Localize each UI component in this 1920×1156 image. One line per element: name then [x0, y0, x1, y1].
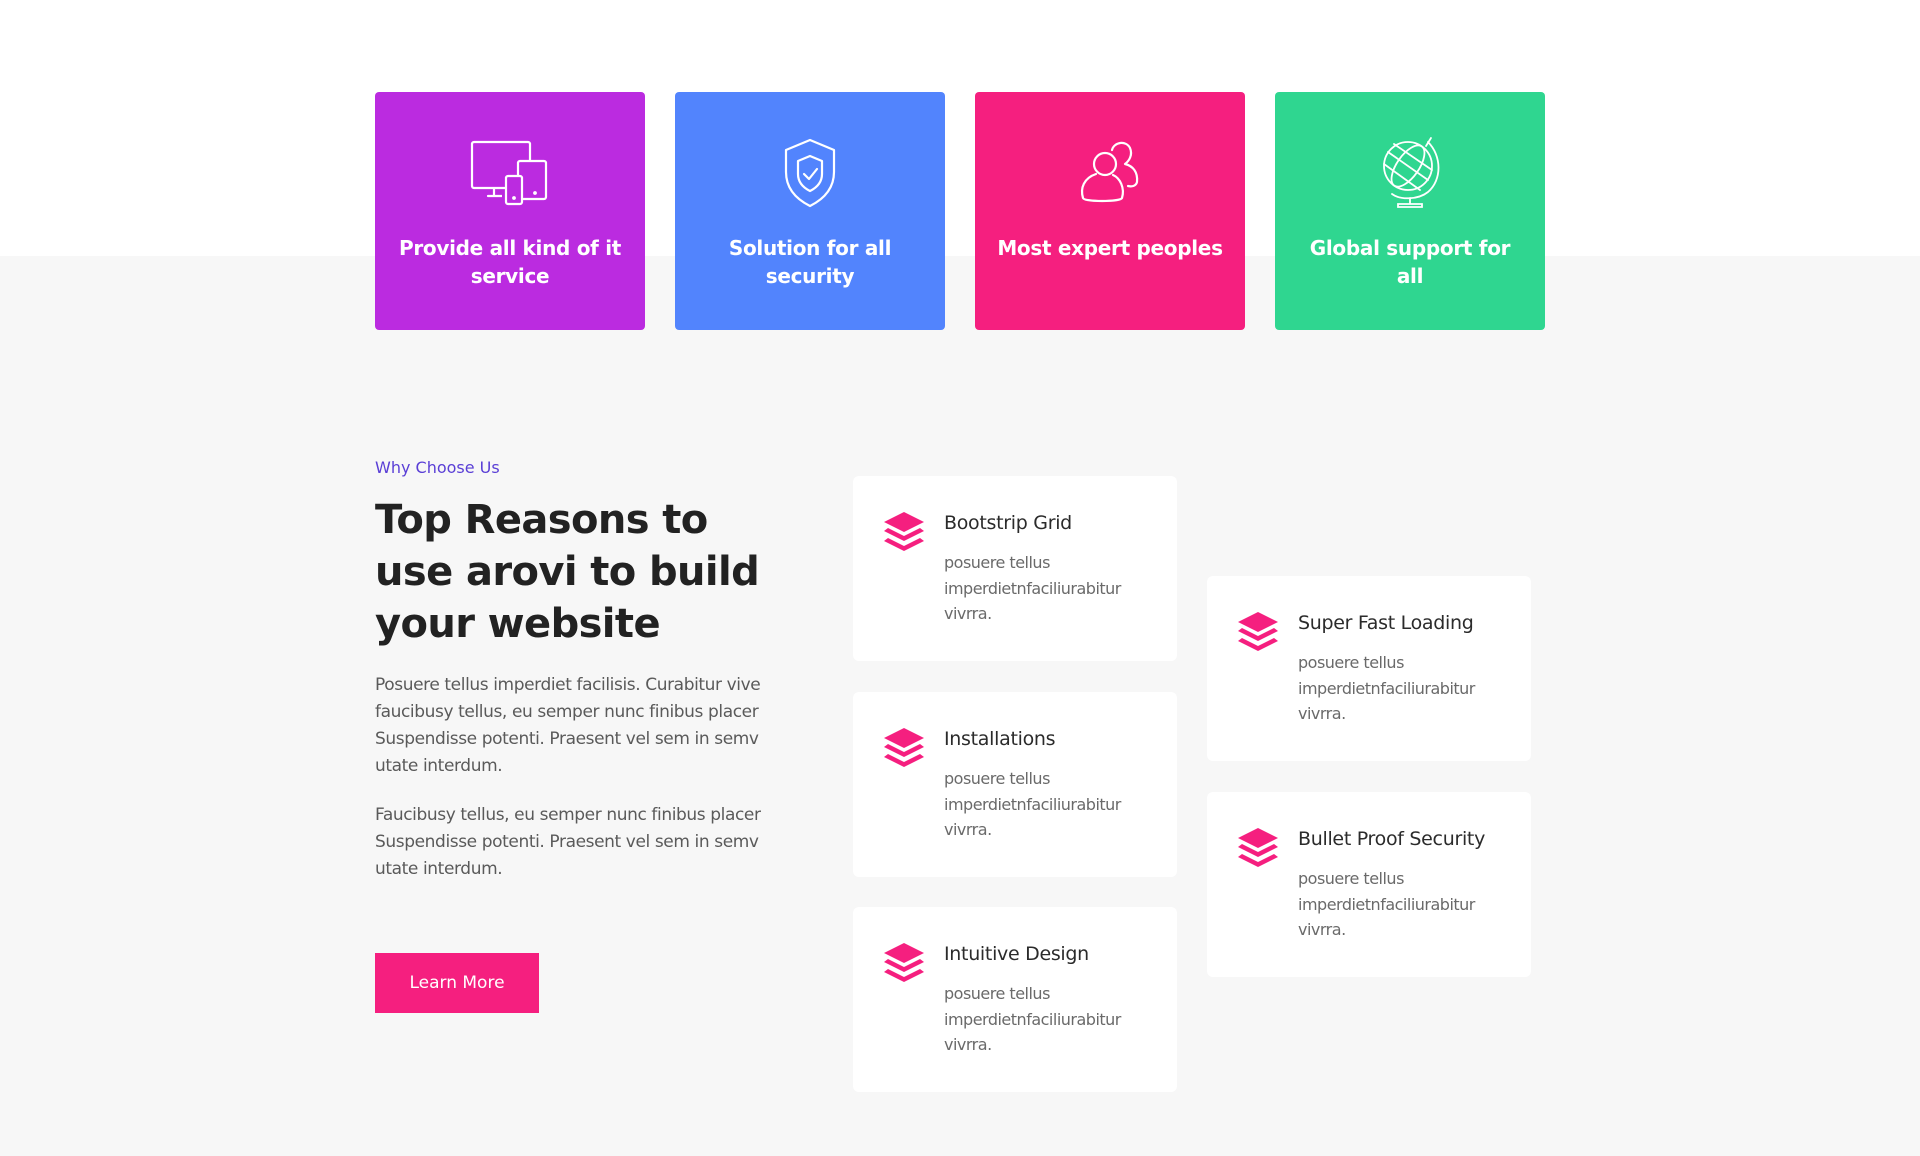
section-paragraph: Posuere tellus imperdiet facilisis. Cura… — [375, 675, 761, 776]
learn-more-button[interactable]: Learn More — [375, 953, 539, 1013]
feature-title: Installations — [944, 728, 1056, 750]
feature-description: posuere tellus imperdietnfaciliurabitur … — [944, 769, 1121, 839]
feature-card[interactable]: Bootstrip Grid posuere tellus imperdietn… — [853, 476, 1177, 661]
service-card-it-service[interactable]: Provide all kind of it service — [375, 92, 645, 330]
service-title: Global support for all — [1309, 236, 1511, 288]
layers-icon — [884, 512, 924, 551]
top-white-band — [0, 0, 1920, 256]
service-title: Provide all kind of it service — [398, 236, 622, 288]
feature-title: Bootstrip Grid — [944, 512, 1072, 534]
service-card-security[interactable]: Solution for all security — [675, 92, 945, 330]
layers-icon — [884, 728, 924, 767]
feature-title: Super Fast Loading — [1298, 612, 1474, 634]
service-card-experts[interactable]: Most expert peoples — [975, 92, 1245, 330]
service-card-global[interactable]: Global support for all — [1275, 92, 1545, 330]
feature-card[interactable]: Super Fast Loading posuere tellus imperd… — [1207, 576, 1531, 761]
devices-icon — [470, 140, 548, 206]
service-title: Solution for all security — [728, 236, 892, 288]
section-label: Why Choose Us — [375, 458, 500, 477]
layers-icon — [884, 943, 924, 982]
service-title: Most expert peoples — [997, 236, 1223, 260]
feature-card[interactable]: Bullet Proof Security posuere tellus imp… — [1207, 792, 1531, 977]
users-icon — [1080, 141, 1139, 203]
section-paragraph: Faucibusy tellus, eu semper nunc finibus… — [375, 805, 761, 879]
feature-description: posuere tellus imperdietnfaciliurabitur … — [1298, 869, 1475, 939]
section-heading: Top Reasons to use arovi to build your w… — [375, 497, 760, 647]
layers-icon — [1238, 612, 1278, 651]
feature-title: Intuitive Design — [944, 943, 1089, 965]
feature-description: posuere tellus imperdietnfaciliurabitur … — [1298, 653, 1475, 723]
feature-description: posuere tellus imperdietnfaciliurabitur … — [944, 553, 1121, 623]
layers-icon — [1238, 828, 1278, 867]
globe-icon — [1383, 137, 1440, 208]
shield-check-icon — [784, 138, 836, 208]
feature-description: posuere tellus imperdietnfaciliurabitur … — [944, 984, 1121, 1054]
feature-card[interactable]: Installations posuere tellus imperdietnf… — [853, 692, 1177, 877]
feature-title: Bullet Proof Security — [1298, 828, 1486, 850]
feature-card[interactable]: Intuitive Design posuere tellus imperdie… — [853, 907, 1177, 1092]
